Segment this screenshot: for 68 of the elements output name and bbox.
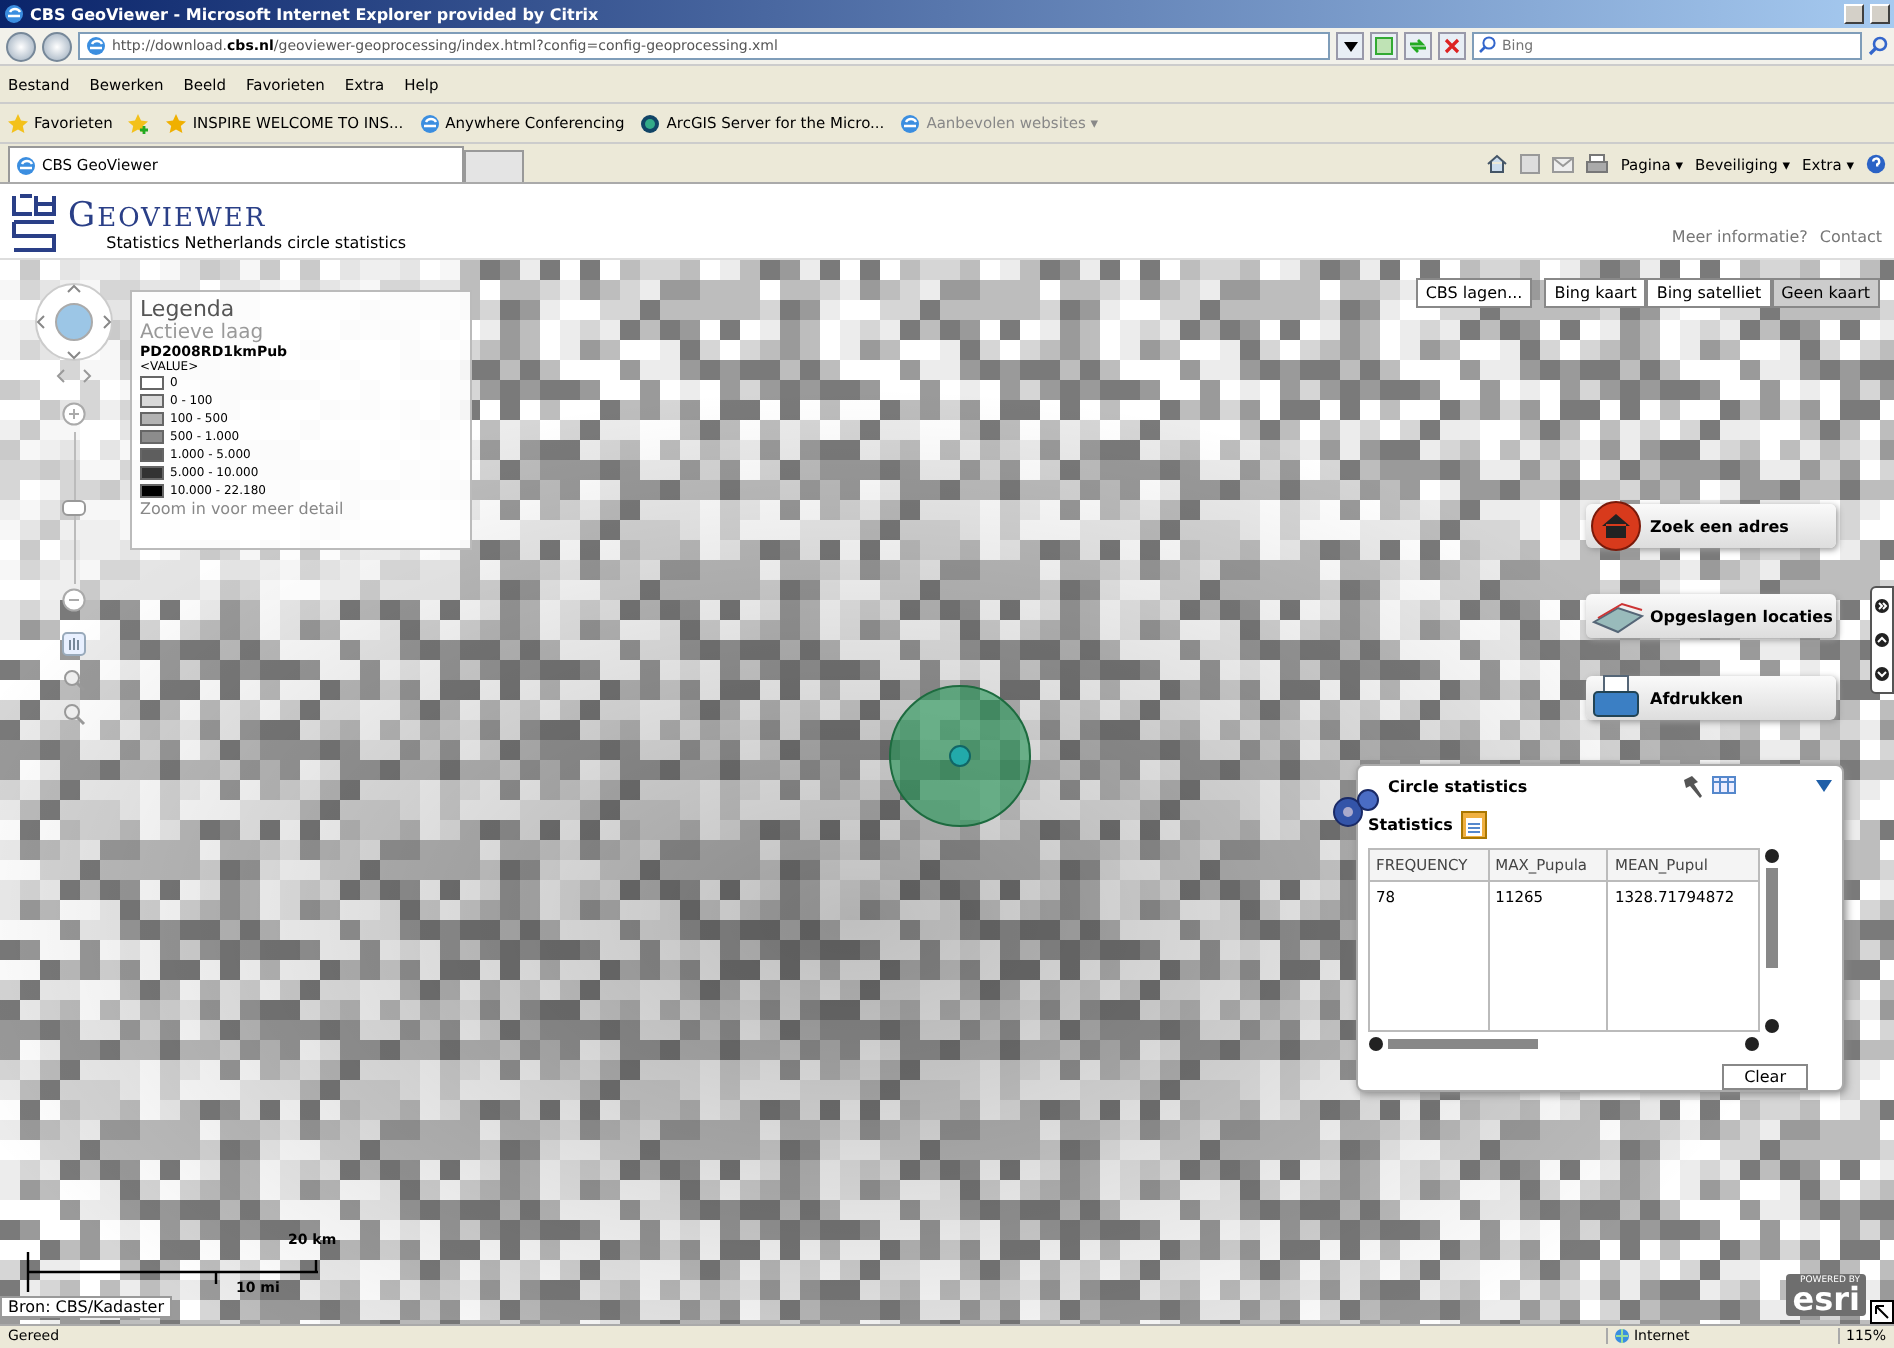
maximize-button[interactable]	[1870, 4, 1890, 24]
star-icon	[166, 113, 187, 133]
house-icon	[1590, 500, 1646, 552]
dropdown-button[interactable]	[1336, 32, 1364, 60]
globe-icon	[1613, 1327, 1630, 1343]
attribution-text: Bron: CBS/Kadaster	[0, 1296, 173, 1318]
mail-icon[interactable]	[1552, 154, 1575, 174]
browser-logo-icon	[4, 4, 24, 24]
up-icon[interactable]	[1874, 631, 1890, 648]
caret-icon	[1343, 41, 1357, 51]
search-icon[interactable]	[1868, 36, 1888, 56]
legend-note: Zoom in voor meer detail	[140, 500, 346, 518]
arrows-icon	[1408, 36, 1428, 56]
forward-button[interactable]	[42, 31, 72, 61]
globe-icon	[640, 113, 661, 133]
star-icon	[8, 113, 28, 133]
add-favorite-icon[interactable]	[128, 113, 151, 133]
zoom-in-button[interactable]	[62, 402, 86, 426]
new-tab-button[interactable]	[464, 150, 524, 182]
help-icon[interactable]	[1866, 154, 1886, 174]
zoom-out-icon[interactable]	[62, 702, 86, 726]
cbs-logo-icon	[12, 192, 56, 252]
stop-button[interactable]	[1438, 32, 1466, 60]
zoom-out-button[interactable]	[62, 588, 86, 612]
clear-button[interactable]: Clear	[1722, 1064, 1808, 1090]
clipboard-icon	[1460, 808, 1489, 840]
zoom-in-icon[interactable]	[62, 668, 86, 692]
hammer-icon[interactable]	[1680, 774, 1704, 798]
widget-button[interactable]: Afdrukken	[1586, 676, 1836, 720]
app-subtitle: Statistics Netherlands circle statistics	[106, 234, 407, 252]
refresh-button[interactable]	[1404, 32, 1432, 60]
collapse-icon[interactable]	[1816, 780, 1832, 792]
page-icon	[86, 36, 106, 56]
header-link[interactable]: Contact	[1819, 228, 1882, 246]
header-link[interactable]: Meer informatie?	[1671, 228, 1808, 246]
search-icon	[1478, 36, 1496, 54]
browser-logo-icon	[419, 113, 440, 133]
widget-button[interactable]: Zoek een adres	[1586, 504, 1836, 548]
minimize-button[interactable]	[1844, 4, 1864, 24]
browser-logo-icon	[900, 113, 921, 133]
printer-icon[interactable]	[1586, 154, 1609, 174]
back-button[interactable]	[6, 31, 36, 61]
layers-button[interactable]: CBS lagen...	[1415, 278, 1533, 308]
section-title: Statistics	[1368, 815, 1453, 833]
pan-control[interactable]	[32, 280, 116, 364]
zoom-slider-thumb[interactable]	[62, 500, 86, 516]
close-icon	[1444, 38, 1460, 54]
basemap-toggle[interactable]: Geen kaart	[1771, 278, 1880, 308]
resize-icon[interactable]	[1870, 1300, 1894, 1324]
down-icon[interactable]	[1874, 666, 1890, 683]
table-icon[interactable]	[1712, 774, 1736, 798]
panel-title: Circle statistics	[1388, 777, 1530, 795]
zoom-slider-track[interactable]	[62, 432, 86, 584]
horizontal-scrollbar[interactable]	[1368, 1036, 1760, 1052]
rotate-control[interactable]	[54, 368, 94, 384]
window-title: CBS GeoViewer - Microsoft Internet Explorer provided by Citrix	[30, 5, 601, 23]
widget-button[interactable]: Opgeslagen locaties	[1586, 594, 1836, 638]
expand-icon[interactable]	[1874, 597, 1890, 614]
logo-text: esri	[1792, 1286, 1860, 1314]
legend-title: Legenda	[140, 296, 237, 322]
basemap-toggle[interactable]: Bing satelliet	[1646, 278, 1772, 308]
basemap-toggle[interactable]: Bing kaart	[1544, 278, 1647, 308]
vertical-scrollbar[interactable]	[1760, 848, 1784, 1036]
page-icon	[1374, 36, 1394, 56]
app-name: GEOVIEWER	[68, 196, 267, 236]
legend-subtitle: Actieve laag	[140, 322, 266, 344]
browser-logo-icon	[16, 155, 36, 175]
home-icon[interactable]	[1486, 154, 1509, 174]
